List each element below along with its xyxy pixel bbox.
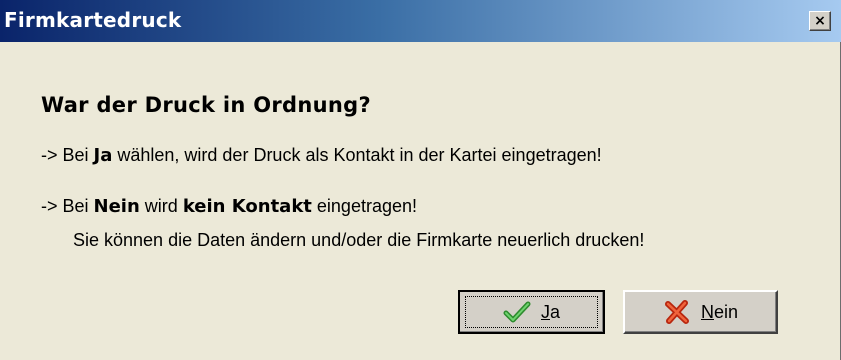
title-bar[interactable]: Firmkartedruck × [0, 0, 841, 42]
line1-bold: Ja [93, 145, 113, 166]
info-line-edit: Sie können die Daten ändern und/oder die… [73, 230, 645, 250]
question-heading: War der Druck in Ordnung? [41, 93, 371, 117]
window-title: Firmkartedruck [4, 8, 182, 32]
yes-button-label: Ja [541, 302, 560, 323]
checkmark-icon [503, 301, 531, 323]
line2-bold-kein-kontakt: kein Kontakt [182, 196, 312, 217]
no-mnemonic: N [700, 301, 714, 322]
no-label-rest: ein [713, 301, 739, 322]
line1-suffix: wählen, wird der Druck als Kontakt in de… [112, 145, 602, 165]
yes-button[interactable]: Ja [458, 290, 605, 334]
close-button[interactable]: × [809, 11, 831, 31]
yes-label-rest: a [549, 301, 560, 322]
red-x-icon [664, 300, 689, 324]
line2-bold-nein: Nein [93, 196, 140, 217]
info-line-no: -> Bei Nein wird kein Kontakt eingetrage… [41, 196, 417, 217]
line2-middle: wird [139, 196, 183, 216]
no-button-label: Nein [701, 302, 738, 323]
info-line-yes: -> Bei Ja wählen, wird der Druck als Kon… [41, 145, 602, 166]
line1-prefix: -> Bei [41, 145, 94, 165]
no-button[interactable]: Nein [623, 290, 778, 334]
line2-prefix: -> Bei [41, 196, 94, 216]
yes-mnemonic: J [540, 301, 550, 322]
line2-suffix: eingetragen! [311, 196, 417, 216]
dialog-window: Firmkartedruck × War der Druck in Ordnun… [0, 0, 841, 360]
close-icon: × [814, 13, 826, 29]
